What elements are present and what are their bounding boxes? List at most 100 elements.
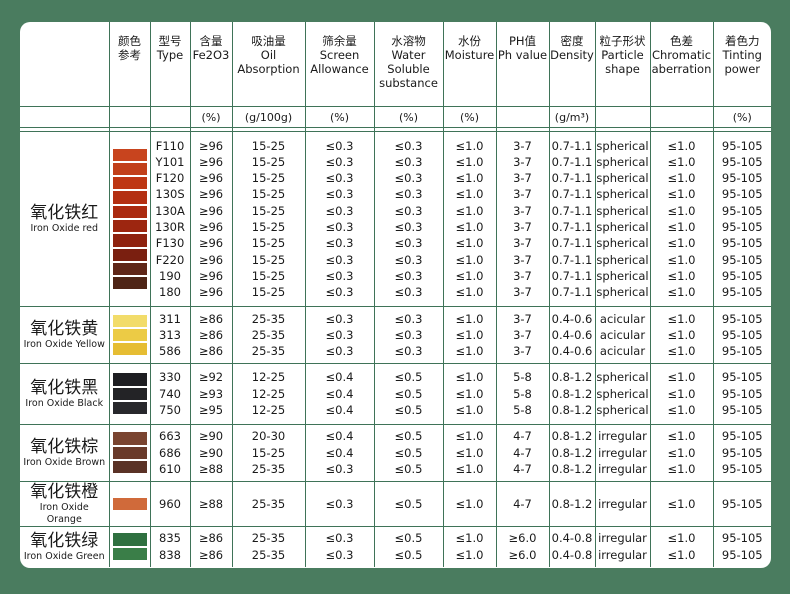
ph-cell: 3-7 3-7 3-7	[495, 306, 550, 364]
color-swatch	[112, 277, 147, 290]
types-value: 330	[159, 370, 181, 385]
screen-value: ≤0.3	[325, 268, 354, 283]
chromatic-value: ≤1.0	[667, 327, 696, 342]
types-cell: 835 838	[149, 525, 191, 567]
tinting-value: 95-105	[721, 203, 763, 218]
water-value: ≤0.5	[394, 531, 423, 546]
ph-value: 3-7	[513, 138, 532, 153]
fe2o3-value: ≥96	[198, 236, 224, 251]
screen-cell: ≤0.4 ≤0.4 ≤0.3	[304, 423, 375, 482]
water-value: ≤0.3	[394, 268, 423, 283]
column-header-8: PH值 Ph value	[495, 22, 550, 107]
tinting-cell: 95-105 95-105	[712, 525, 771, 567]
moisture-value: ≤1.0	[455, 236, 484, 251]
unit-cell	[108, 106, 151, 128]
color-swatch	[112, 314, 147, 327]
chromatic-value: ≤1.0	[667, 386, 696, 401]
screen-value: ≤0.3	[325, 203, 354, 218]
color-swatch	[112, 162, 147, 176]
fe2o3-value: ≥86	[198, 531, 224, 546]
types-value: 130R	[155, 220, 185, 234]
chromatic-cell: ≤1.0 ≤1.0	[649, 525, 714, 567]
screen-value: ≤0.3	[325, 531, 354, 546]
water-value: ≤0.3	[394, 171, 423, 186]
water-value: ≤0.3	[394, 220, 423, 234]
density-value: 0.8-1.2	[551, 461, 593, 476]
water-value: ≤0.5	[394, 402, 423, 417]
types-value: 838	[159, 547, 181, 562]
density-value: 0.4-0.8	[551, 531, 593, 546]
moisture-cell: ≤1.0	[442, 480, 497, 527]
ph-value: ≥6.0	[508, 547, 537, 562]
ph-cell: 4-7	[495, 480, 550, 527]
column-header-zh: 水溶物	[391, 34, 426, 48]
column-header-zh: 密度	[560, 34, 584, 48]
color-swatch-cell	[108, 423, 151, 482]
column-header-12: 着色力 Tinting power	[712, 22, 771, 107]
column-header-0	[20, 22, 110, 107]
table-body: 颜色 参考 型号 Type 含量 Fe2O3 吸油量 Oil Absorption 筛余量 Scr…	[20, 22, 771, 567]
unit-cell: (%)	[442, 106, 497, 128]
ph-value: 4-7	[513, 429, 532, 444]
color-swatch	[112, 220, 147, 233]
density-cell: 0.8-1.2 0.8-1.2 0.8-1.2	[548, 423, 596, 482]
color-swatch	[112, 234, 147, 247]
color-swatch	[112, 148, 147, 161]
tinting-value: 95-105	[721, 311, 763, 326]
column-header-en: Tinting power	[722, 48, 762, 76]
density-value: 0.7-1.1	[551, 154, 593, 169]
tinting-value: 95-105	[721, 187, 763, 202]
chromatic-value: ≤1.0	[667, 220, 696, 234]
types-value: 190	[159, 268, 181, 283]
chromatic-value: ≤1.0	[667, 496, 696, 511]
chromatic-value: ≤1.0	[667, 461, 696, 476]
color-swatch-cell	[108, 131, 151, 307]
tinting-value: 95-105	[721, 220, 763, 234]
oil-cell: 25-35 25-35	[231, 525, 306, 567]
ph-value: 3-7	[513, 344, 532, 359]
column-header-10: 粒子形状 Particle shape	[594, 22, 651, 107]
shape-value: irregular	[598, 429, 647, 444]
category-name-en: Iron Oxide Brown	[23, 456, 106, 468]
density-value: 0.8-1.2	[551, 445, 593, 460]
moisture-value: ≤1.0	[455, 402, 484, 417]
shape-value: spherical	[596, 138, 649, 153]
chromatic-cell: ≤1.0 ≤1.0 ≤1.0	[649, 306, 714, 364]
column-header-zh: 粒子形状	[599, 34, 646, 48]
color-swatch	[112, 191, 147, 204]
chromatic-value: ≤1.0	[667, 268, 696, 283]
ph-value: 3-7	[513, 236, 532, 251]
category-name-en: Iron Oxide Black	[25, 397, 104, 409]
water-cell: ≤0.5	[373, 480, 444, 527]
category-cell: 氧化铁棕 Iron Oxide Brown	[20, 423, 110, 482]
shape-value: acicular	[599, 311, 646, 326]
water-value: ≤0.3	[394, 236, 423, 251]
oil-value: 15-25	[251, 154, 286, 169]
density-cell: 0.4-0.8 0.4-0.8	[548, 525, 596, 567]
types-value: 686	[159, 445, 181, 460]
fe2o3-value: ≥96	[198, 154, 224, 169]
water-value: ≤0.3	[394, 311, 423, 326]
moisture-value: ≤1.0	[455, 268, 484, 283]
types-value: 313	[159, 327, 181, 342]
fe2o3-value: ≥96	[198, 203, 224, 218]
density-cell: 0.7-1.1 0.7-1.1 0.7-1.1 0.7-1.1 0.7-1.1 0.7-1…	[548, 131, 596, 307]
column-header-1: 颜色 参考	[108, 22, 151, 107]
screen-value: ≤0.4	[325, 429, 354, 444]
types-value: 130A	[155, 203, 185, 218]
tinting-value: 95-105	[721, 344, 763, 359]
column-header-en: Chromatic aberration	[651, 48, 712, 76]
moisture-value: ≤1.0	[455, 285, 484, 300]
color-swatch	[112, 533, 147, 546]
fe2o3-value: ≥96	[198, 268, 224, 283]
types-cell: F110 Y101 F120 130S 130A 130R F130 F220 190 180	[149, 131, 191, 307]
color-swatch	[112, 387, 147, 400]
chromatic-cell: ≤1.0	[649, 480, 714, 527]
color-swatch	[112, 460, 147, 474]
oil-cell: 15-25 15-25 15-25 15-25 15-25 15-25 15-25 15-25…	[231, 131, 306, 307]
chromatic-value: ≤1.0	[667, 344, 696, 359]
water-value: ≤0.5	[394, 461, 423, 476]
screen-cell: ≤0.3	[304, 480, 375, 527]
chromatic-value: ≤1.0	[667, 285, 696, 300]
density-value: 0.8-1.2	[551, 429, 593, 444]
